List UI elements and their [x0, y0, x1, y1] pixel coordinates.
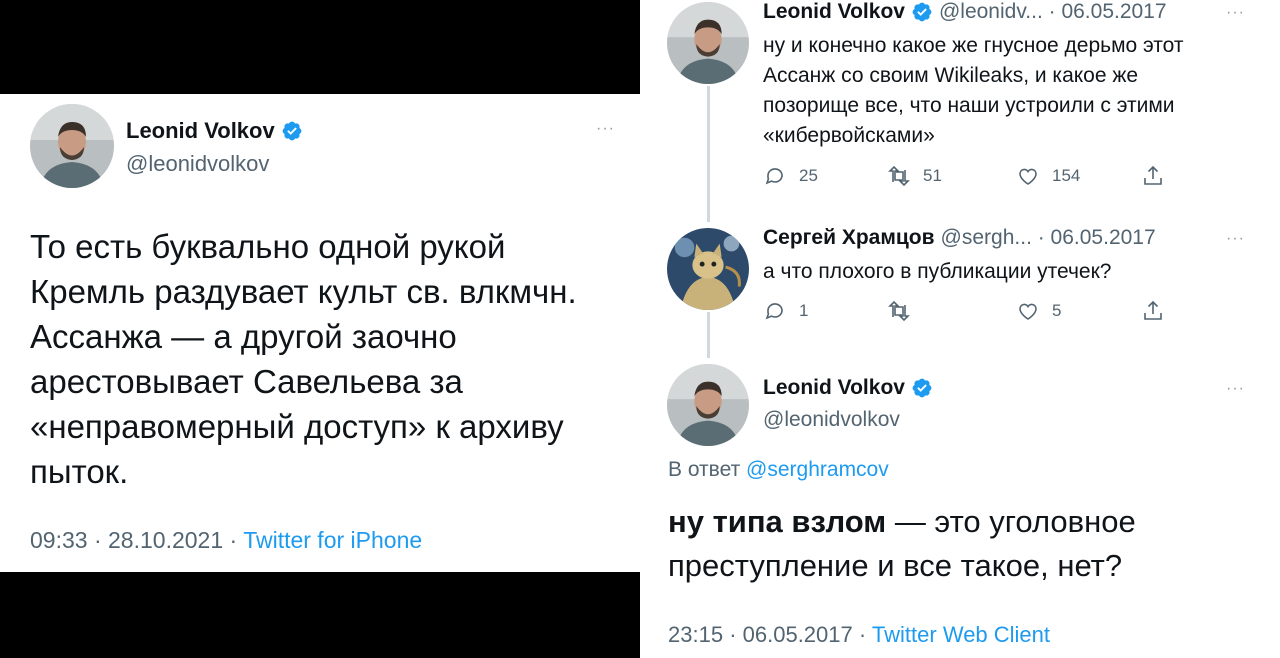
reply-count: 1: [799, 301, 809, 320]
like-button[interactable]: 154: [1016, 164, 1080, 188]
tweet-date[interactable]: 06.05.2017: [743, 622, 853, 647]
tweet-text-bold: ну типа взлом: [668, 504, 887, 539]
reply-context: В ответ @serghramcov: [668, 458, 889, 482]
tweet-header: Сергей Храмцов @sergh... · 06.05.2017: [763, 226, 1156, 250]
reply-handle-link[interactable]: @serghramcov: [746, 458, 889, 481]
meta-separator: ·: [93, 527, 102, 553]
share-button[interactable]: [1141, 299, 1165, 323]
share-icon: [1144, 300, 1162, 320]
author-avatar[interactable]: [667, 364, 749, 446]
tweet-source-link[interactable]: Twitter Web Client: [872, 622, 1050, 647]
reply-button[interactable]: 1: [763, 299, 808, 323]
avatar-image: [667, 228, 749, 310]
tweet-text: ну и конечно какое же гнусное дерьмо это…: [763, 34, 1184, 147]
reply-prefix: В ответ: [668, 458, 741, 481]
more-icon[interactable]: ···: [1226, 4, 1245, 22]
verified-badge-icon: [281, 120, 303, 142]
like-button[interactable]: 5: [1016, 299, 1061, 323]
retweet-button[interactable]: 51: [887, 164, 942, 188]
author-avatar[interactable]: [667, 228, 749, 310]
avatar-image: [30, 104, 114, 188]
share-icon: [1144, 165, 1162, 185]
author-handle[interactable]: @leonidvolkov: [126, 151, 269, 177]
author-handle-row: @leonidvolkov: [763, 408, 900, 432]
share-button[interactable]: [1141, 164, 1165, 188]
tweet-date[interactable]: 28.10.2021: [108, 527, 223, 553]
more-icon[interactable]: ···: [1226, 230, 1245, 248]
author-handle-date[interactable]: @leonidv... · 06.05.2017: [939, 0, 1167, 24]
retweet-icon: [888, 165, 910, 187]
author-name[interactable]: Leonid Volkov: [763, 376, 905, 400]
reply-count: 25: [799, 166, 818, 185]
more-icon[interactable]: ···: [596, 120, 615, 138]
author-name-row: Leonid Volkov: [126, 118, 303, 144]
avatar-image: [667, 2, 749, 84]
tweet-text: ну типа взлом — это уголовное преступлен…: [668, 500, 1268, 588]
thread-connector: [707, 86, 710, 222]
like-count: 5: [1052, 301, 1062, 320]
author-name[interactable]: Сергей Храмцов: [763, 226, 935, 250]
meta-separator: ·: [729, 622, 737, 647]
tweet-actions: 25 51 154: [763, 164, 1183, 194]
retweet-icon: [888, 300, 910, 322]
tweet-time[interactable]: 23:15: [668, 622, 723, 647]
tweet-text: То есть буквально одной рукой Кремль раз…: [30, 228, 577, 490]
thread-connector: [707, 312, 710, 358]
author-name[interactable]: Leonid Volkov: [126, 118, 275, 144]
meta-separator: ·: [858, 622, 867, 647]
author-handle[interactable]: @leonidvolkov: [763, 408, 900, 432]
tweet-time[interactable]: 09:33: [30, 527, 88, 553]
like-count: 154: [1052, 166, 1081, 185]
author-name[interactable]: Leonid Volkov: [763, 0, 905, 24]
author-handle-date[interactable]: @sergh... · 06.05.2017: [941, 226, 1156, 250]
retweet-button[interactable]: [887, 299, 923, 323]
avatar-image: [667, 364, 749, 446]
more-icon[interactable]: ···: [1226, 380, 1245, 398]
like-icon: [1019, 303, 1037, 320]
tweet-meta: 23:15 · 06.05.2017 · Twitter Web Client: [668, 622, 1050, 648]
tweet-meta: 09:33 · 28.10.2021 · Twitter for iPhone: [30, 527, 422, 554]
reply-button[interactable]: 25: [763, 164, 818, 188]
verified-badge-icon: [911, 1, 933, 23]
tweet-header: Leonid Volkov: [763, 376, 933, 400]
author-avatar[interactable]: [30, 104, 114, 188]
tweet-header: Leonid Volkov @leonidv... · 06.05.2017: [763, 0, 1167, 24]
retweet-count: 51: [923, 166, 942, 185]
meta-separator: ·: [229, 527, 238, 553]
reply-icon: [765, 168, 783, 185]
tweet-source-link[interactable]: Twitter for iPhone: [243, 527, 422, 553]
tweet-actions: 1 5: [763, 299, 1183, 329]
author-avatar[interactable]: [667, 2, 749, 84]
verified-badge-icon: [911, 377, 933, 399]
reply-icon: [765, 303, 783, 320]
like-icon: [1019, 168, 1037, 185]
tweet-text: а что плохого в публикации утечек?: [763, 260, 1112, 283]
